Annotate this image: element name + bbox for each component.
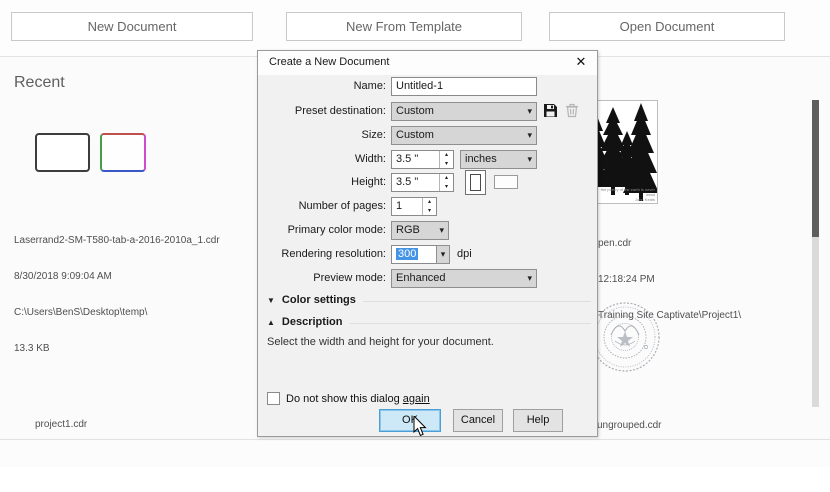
welcome-screen: New Document New From Template Open Docu… xyxy=(0,0,830,467)
rendering-resolution-label: Rendering resolution: xyxy=(258,245,386,264)
close-icon[interactable]: ✕ xyxy=(569,52,593,72)
mouse-cursor xyxy=(413,416,428,442)
description-section-header[interactable]: ▲Description xyxy=(267,316,342,330)
recent-thumbnail-project1[interactable] xyxy=(100,133,146,172)
recent-thumbnail-laserrand[interactable] xyxy=(35,133,90,172)
seal-artwork xyxy=(589,285,661,393)
size-dropdown[interactable]: Custom ▾ xyxy=(391,126,537,145)
dialog-title: Create a New Document xyxy=(269,56,389,68)
primary-color-mode-label: Primary color mode: xyxy=(258,221,386,240)
color-settings-section-header[interactable]: ▼Color settings xyxy=(267,294,356,308)
height-input[interactable]: 3.5 " ▴ ▾ xyxy=(391,173,454,192)
size-label: Size: xyxy=(258,126,386,145)
height-spinner[interactable]: ▴ ▾ xyxy=(439,174,453,191)
section-divider xyxy=(363,301,591,302)
file-size: 13.3 KB xyxy=(14,343,220,355)
file-path: C:\Users\BenS\Desktop\temp\ xyxy=(14,307,220,319)
scrollbar-thumb[interactable] xyxy=(812,100,819,237)
file-name: project1.cdr xyxy=(35,419,138,431)
file-date: 8/30/2018 9:09:04 AM xyxy=(14,271,220,283)
spinner-up-icon[interactable]: ▴ xyxy=(440,174,453,183)
checkbox[interactable] xyxy=(267,392,280,405)
width-input[interactable]: 3.5 " ▴ ▾ xyxy=(391,150,454,169)
checkbox-label: Do not show this dialog again xyxy=(286,393,430,405)
units-dropdown[interactable]: inches ▾ xyxy=(460,150,537,169)
section-expanded-icon: ▲ xyxy=(267,318,275,327)
new-document-button[interactable]: New Document xyxy=(11,12,253,41)
portrait-icon xyxy=(470,174,481,191)
chevron-down-icon: ▾ xyxy=(527,151,532,168)
resolution-dropdown-arrow[interactable]: ▾ xyxy=(436,245,450,264)
section-collapsed-icon: ▼ xyxy=(267,296,275,305)
preview-mode-label: Preview mode: xyxy=(258,269,386,288)
footer-area xyxy=(0,441,830,467)
file-name: pen.cdr xyxy=(598,238,741,250)
spinner-down-icon[interactable]: ▾ xyxy=(423,207,436,216)
section-divider xyxy=(350,323,591,324)
name-label: Name: xyxy=(258,77,386,96)
spinner-down-icon[interactable]: ▾ xyxy=(440,160,453,169)
dpi-label: dpi xyxy=(457,245,472,264)
primary-color-mode-dropdown[interactable]: RGB ▾ xyxy=(391,221,449,240)
description-text: Select the width and height for your doc… xyxy=(267,336,494,348)
preset-destination-dropdown[interactable]: Custom ▾ xyxy=(391,102,537,121)
width-label: Width: xyxy=(258,150,386,169)
spinner-up-icon[interactable]: ▴ xyxy=(440,151,453,160)
pages-spinner[interactable]: ▴ ▾ xyxy=(422,198,436,215)
width-spinner[interactable]: ▴ ▾ xyxy=(439,151,453,168)
rendering-resolution-input[interactable]: 300 xyxy=(391,245,437,264)
spinner-up-icon[interactable]: ▴ xyxy=(423,198,436,207)
thumbnail-caption: the poetry of the earth is never dead Jo… xyxy=(591,187,655,202)
number-of-pages-label: Number of pages: xyxy=(258,197,386,216)
file-name: Laserrand2-SM-T580-tab-a-2016-2010a_1.cd… xyxy=(14,235,220,247)
do-not-show-again-checkbox-row[interactable]: Do not show this dialog again xyxy=(267,392,430,405)
create-new-document-dialog: Create a New Document ✕ Name: Untitled-1… xyxy=(257,50,598,437)
preview-mode-dropdown[interactable]: Enhanced ▾ xyxy=(391,269,537,288)
file-name: ungrouped.cdr xyxy=(597,420,662,432)
recent-thumbnail-seal[interactable] xyxy=(589,285,661,393)
chevron-down-icon: ▾ xyxy=(527,127,532,144)
vertical-scrollbar[interactable] xyxy=(812,100,819,407)
landscape-orientation-button[interactable] xyxy=(494,175,518,189)
preset-destination-label: Preset destination: xyxy=(258,102,386,121)
chevron-down-icon: ▾ xyxy=(527,270,532,287)
portrait-orientation-button[interactable] xyxy=(465,170,486,195)
dialog-titlebar: Create a New Document ✕ xyxy=(258,51,597,75)
selected-text: 300 xyxy=(396,248,418,260)
top-bar: New Document New From Template Open Docu… xyxy=(0,0,830,57)
chevron-down-icon: ▾ xyxy=(527,103,532,120)
save-preset-icon[interactable] xyxy=(543,103,559,119)
height-label: Height: xyxy=(258,173,386,192)
number-of-pages-input[interactable]: 1 ▴ ▾ xyxy=(391,197,437,216)
new-from-template-button[interactable]: New From Template xyxy=(286,12,522,41)
ok-button[interactable]: OK xyxy=(379,409,441,432)
delete-preset-icon[interactable] xyxy=(565,103,581,119)
help-button[interactable]: Help xyxy=(513,409,563,432)
spinner-down-icon[interactable]: ▾ xyxy=(440,183,453,192)
name-input[interactable]: Untitled-1 xyxy=(391,77,537,96)
chevron-down-icon: ▾ xyxy=(439,222,444,239)
cancel-button[interactable]: Cancel xyxy=(453,409,503,432)
open-document-button[interactable]: Open Document xyxy=(549,12,785,41)
recent-file-info: Laserrand2-SM-T580-tab-a-2016-2010a_1.cd… xyxy=(14,211,220,379)
recent-thumbnail-trees[interactable]: the poetry of the earth is never dead Jo… xyxy=(590,100,658,204)
recent-heading: Recent xyxy=(14,74,65,92)
